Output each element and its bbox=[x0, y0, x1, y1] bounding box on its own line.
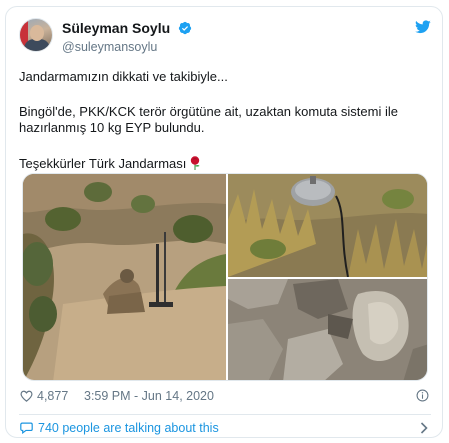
tweet-text-line-3: Teşekkürler Türk Jandarması bbox=[19, 156, 431, 172]
heart-icon[interactable] bbox=[20, 390, 33, 402]
tweet-text-line-3-label: Teşekkürler Türk Jandarması bbox=[19, 156, 187, 171]
tweet-media-grid[interactable] bbox=[22, 173, 428, 381]
verified-badge-icon bbox=[178, 21, 191, 34]
divider bbox=[19, 414, 431, 415]
soldier-with-device-photo[interactable] bbox=[23, 174, 226, 381]
rocky-soil-photo[interactable] bbox=[228, 279, 428, 381]
twitter-bird-icon[interactable] bbox=[415, 20, 431, 34]
chevron-right-icon[interactable] bbox=[420, 422, 428, 434]
conversation-link[interactable]: 740 people are talking about this bbox=[19, 420, 431, 438]
avatar[interactable] bbox=[19, 18, 53, 52]
author-handle[interactable]: @suleymansoylu bbox=[62, 40, 192, 54]
tweet-text-line-1: Jandarmamızın dikkati ve takibiyle... bbox=[19, 69, 228, 84]
tweet-header: Süleyman Soylu @suleymansoylu bbox=[19, 18, 431, 62]
tweet-card[interactable]: Süleyman Soylu @suleymansoylu Jandarmamı… bbox=[5, 6, 443, 438]
buried-device-photo[interactable] bbox=[228, 174, 428, 277]
rose-emoji bbox=[191, 156, 200, 170]
tweet-text-line-2: Bingöl'de, PKK/KCK terör örgütüne ait, u… bbox=[19, 104, 398, 135]
speech-bubble-icon bbox=[20, 422, 33, 434]
author-display-name[interactable]: Süleyman Soylu bbox=[62, 20, 170, 36]
like-count[interactable]: 4,877 bbox=[37, 389, 68, 403]
conversation-label[interactable]: 740 people are talking about this bbox=[38, 421, 219, 435]
tweet-timestamp[interactable]: 3:59 PM - Jun 14, 2020 bbox=[84, 389, 214, 403]
author-block[interactable]: Süleyman Soylu @suleymansoylu bbox=[62, 19, 192, 54]
info-icon[interactable] bbox=[416, 389, 429, 402]
tweet-meta: 4,877 3:59 PM - Jun 14, 2020 bbox=[19, 388, 431, 406]
